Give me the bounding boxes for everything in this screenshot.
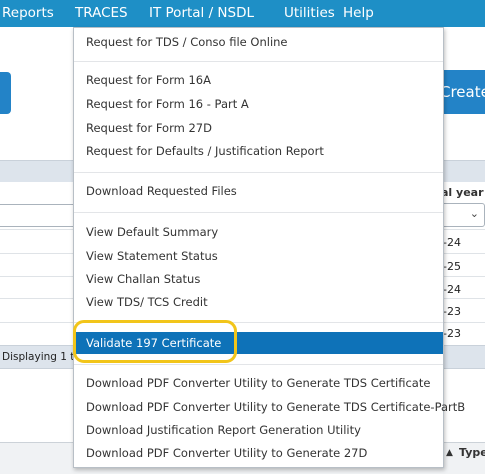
menu-item-view-statement-status[interactable]: View Statement Status: [86, 246, 218, 266]
highlight-annotation: [73, 320, 237, 363]
menu-item-download-justification-utility[interactable]: Download Justification Report Generation…: [86, 420, 361, 440]
menu-divider: [74, 364, 443, 365]
menu-item-request-form-16-part-a[interactable]: Request for Form 16 - Part A: [86, 94, 249, 114]
filter-select[interactable]: [0, 204, 80, 227]
table-cell-year: -24: [443, 236, 461, 249]
menu-item-download-pdf-converter-27d[interactable]: Download PDF Converter Utility to Genera…: [86, 443, 367, 463]
menu-divider: [74, 172, 443, 173]
menu-item-request-form-16a[interactable]: Request for Form 16A: [86, 70, 211, 90]
menu-item-download-requested-files[interactable]: Download Requested Files: [86, 181, 237, 201]
menu-item-view-challan-status[interactable]: View Challan Status: [86, 269, 200, 289]
top-navbar: Reports TRACES IT Portal / NSDL Utilitie…: [0, 0, 485, 27]
menu-item-request-form-27d[interactable]: Request for Form 27D: [86, 118, 212, 138]
financial-year-filter[interactable]: ⌄: [439, 203, 485, 227]
nav-it-portal-nsdl[interactable]: IT Portal / NSDL: [149, 0, 254, 27]
table-cell-year: -23: [443, 305, 461, 318]
nav-traces[interactable]: TRACES: [75, 0, 128, 27]
type-header: Type: [459, 446, 485, 459]
menu-item-request-tds-conso-file[interactable]: Request for TDS / Conso file Online: [86, 32, 288, 52]
menu-divider: [74, 212, 443, 213]
table-cell-year: -25: [443, 260, 461, 273]
nav-utilities[interactable]: Utilities: [284, 0, 335, 27]
pagination-info: Displaying 1 to: [2, 351, 81, 363]
table-cell-year: -24: [443, 283, 461, 296]
nav-help[interactable]: Help: [343, 0, 374, 27]
menu-item-download-pdf-converter-tds-certificate[interactable]: Download PDF Converter Utility to Genera…: [86, 373, 430, 393]
menu-item-download-pdf-converter-tds-certificate-partb[interactable]: Download PDF Converter Utility to Genera…: [86, 397, 465, 417]
traces-dropdown-menu: Request for TDS / Conso file Online Requ…: [73, 27, 465, 468]
sort-icon[interactable]: ▲: [446, 448, 453, 458]
chevron-down-icon: ⌄: [469, 207, 479, 220]
left-action-button[interactable]: [0, 72, 11, 114]
menu-item-view-default-summary[interactable]: View Default Summary: [86, 222, 218, 242]
table-cell-year: -23: [443, 327, 461, 340]
menu-item-request-defaults-justification[interactable]: Request for Defaults / Justification Rep…: [86, 141, 324, 161]
menu-item-view-tds-tcs-credit[interactable]: View TDS/ TCS Credit: [86, 292, 208, 312]
nav-reports[interactable]: Reports: [2, 0, 54, 27]
menu-divider: [74, 61, 443, 62]
